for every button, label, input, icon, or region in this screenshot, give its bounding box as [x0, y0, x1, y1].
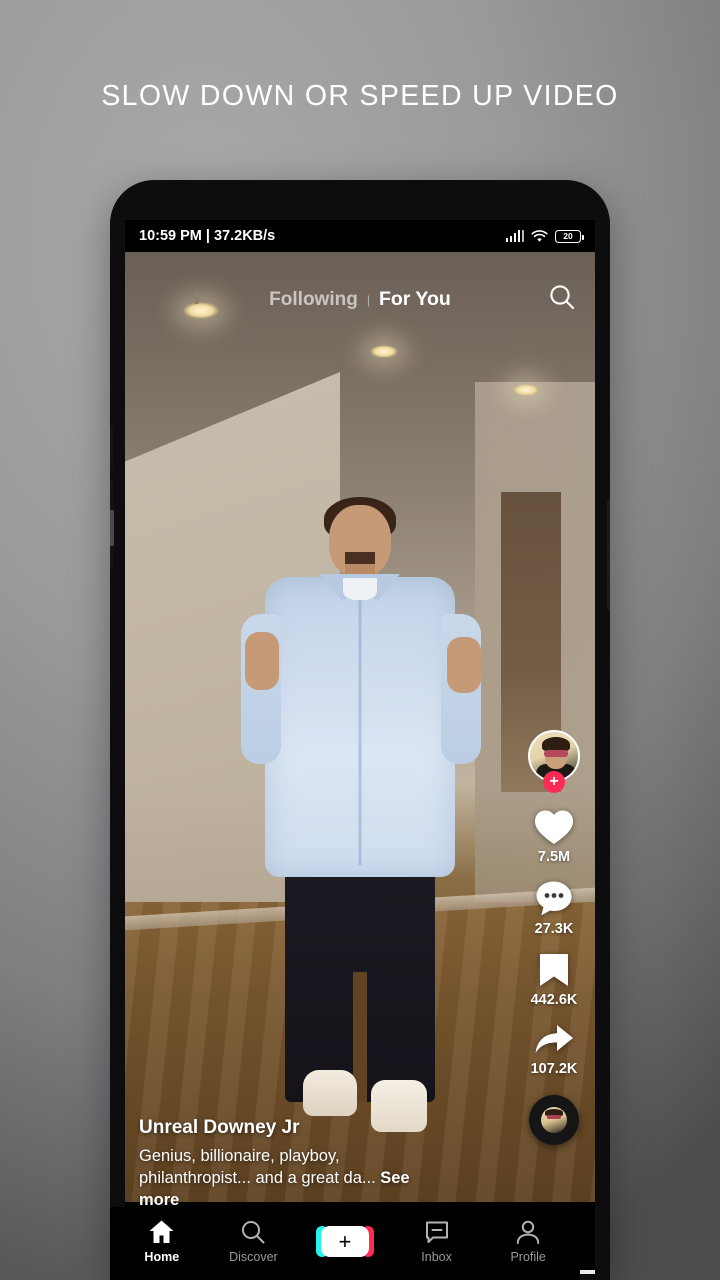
like-button[interactable]: 7.5M	[533, 808, 575, 865]
person-pants	[285, 852, 435, 1102]
nav-item-profile[interactable]: Profile	[490, 1219, 566, 1264]
share-button[interactable]: 107.2K	[530, 1022, 578, 1077]
bottom-navigation: Home Discover + Inbox Profile	[110, 1207, 580, 1280]
nav-label-profile: Profile	[510, 1250, 546, 1264]
tab-for-you[interactable]: For You	[379, 288, 451, 311]
bookmark-button[interactable]: 442.6K	[530, 951, 578, 1008]
search-icon	[242, 1221, 265, 1244]
home-icon	[149, 1220, 174, 1243]
action-rail: + 7.5M 27.3K 442.6K 107.2K	[521, 730, 587, 1145]
ceiling-light-icon	[513, 384, 539, 396]
like-count: 7.5M	[537, 849, 571, 865]
comment-count: 27.3K	[534, 921, 574, 937]
phone-screen: 10:59 PM | 37.2KB/s 20 Following | For Y…	[125, 220, 595, 1275]
nav-label-inbox: Inbox	[421, 1250, 452, 1264]
person-shirt	[265, 577, 455, 877]
heart-icon	[535, 810, 573, 844]
status-bar: 10:59 PM | 37.2KB/s 20	[125, 220, 595, 252]
person-undershirt	[343, 578, 377, 600]
person-hand-left	[245, 632, 279, 690]
create-plus-icon[interactable]: +	[315, 1226, 374, 1257]
cellular-signal-icon	[505, 230, 524, 242]
nav-label-home: Home	[144, 1250, 180, 1264]
nav-item-discover[interactable]: Discover	[215, 1219, 291, 1264]
bookmark-count: 442.6K	[530, 992, 578, 1008]
search-icon[interactable]	[547, 282, 577, 312]
battery-icon: 20	[555, 229, 584, 243]
share-icon	[535, 1025, 573, 1053]
bookmark-icon	[539, 954, 568, 986]
nav-item-home[interactable]: Home	[124, 1219, 200, 1264]
tab-divider: |	[366, 292, 370, 307]
nav-label-discover: Discover	[229, 1250, 278, 1264]
ceiling-light-icon	[370, 345, 398, 358]
person-hand-right	[447, 637, 481, 693]
caption-username[interactable]: Unreal Downey Jr	[139, 1117, 449, 1139]
volume-up-button[interactable]	[110, 426, 113, 470]
comment-icon	[536, 881, 572, 916]
feed-tabs: Following | For You	[125, 288, 595, 311]
creator-avatar[interactable]: +	[528, 730, 580, 793]
phone-mockup: 10:59 PM | 37.2KB/s 20 Following | For Y…	[110, 180, 610, 1280]
caption-description: Genius, billionaire, playboy, philanthro…	[139, 1147, 376, 1188]
tab-following[interactable]: Following	[269, 289, 358, 311]
music-disc-icon[interactable]	[529, 1095, 579, 1145]
follow-button[interactable]: +	[543, 771, 565, 793]
mute-switch[interactable]	[110, 510, 114, 546]
wifi-icon	[531, 229, 548, 242]
battery-level: 20	[563, 231, 573, 241]
share-count: 107.2K	[530, 1061, 578, 1077]
status-time-and-speed: 10:59 PM | 37.2KB/s	[139, 228, 276, 244]
person-shoe-left	[303, 1070, 357, 1116]
comment-button[interactable]: 27.3K	[534, 879, 574, 937]
inbox-icon	[425, 1221, 448, 1243]
page-title: SLOW DOWN OR SPEED UP VIDEO	[101, 80, 619, 112]
nav-item-inbox[interactable]: Inbox	[399, 1219, 475, 1264]
person-icon	[516, 1220, 540, 1244]
nav-item-create[interactable]: +	[307, 1220, 383, 1264]
power-button[interactable]	[607, 500, 610, 610]
